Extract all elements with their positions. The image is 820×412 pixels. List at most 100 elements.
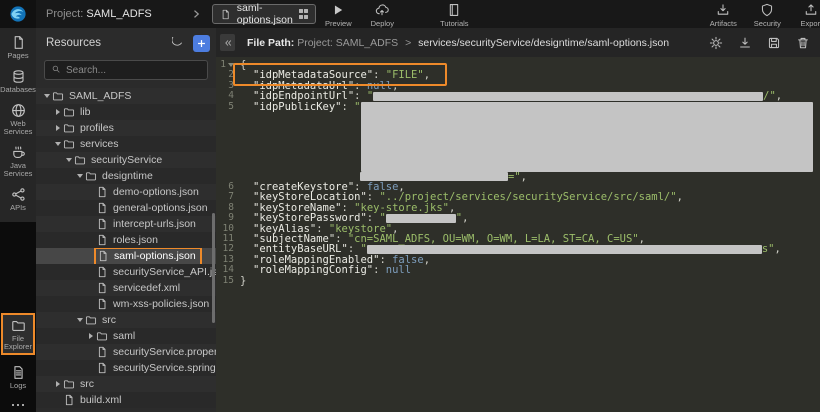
sidebar-item-apis[interactable]: APIs: [0, 187, 36, 212]
tree-item-src[interactable]: src: [36, 376, 216, 392]
tree-item-designtime[interactable]: designtime: [36, 168, 216, 184]
tree-item-body: general-options.json: [96, 201, 208, 216]
file-icon: [96, 202, 108, 214]
sidebar-item-logs[interactable]: Logs: [0, 365, 36, 390]
chevron-down-icon[interactable]: [75, 174, 85, 178]
tree-item-intercept-urls.json[interactable]: intercept-urls.json: [36, 216, 216, 232]
tree-item-label: securityService.properties: [113, 346, 216, 358]
sidebar-item-label: Logs: [10, 382, 26, 390]
token: ,: [392, 80, 398, 92]
tree-item-label: services: [80, 138, 119, 150]
tree-item-saml[interactable]: saml: [36, 328, 216, 344]
tree-item-body: saml-options.json: [96, 249, 200, 264]
tree-item-label: src: [102, 314, 116, 326]
token: null: [386, 264, 411, 276]
token: ,: [677, 191, 683, 203]
chevron-down-icon[interactable]: [53, 142, 63, 146]
code-content: {: [238, 60, 246, 70]
tree-item-demo-options.json[interactable]: demo-options.json: [36, 184, 216, 200]
tree-scrollbar[interactable]: [212, 213, 215, 323]
file-icon: [96, 218, 108, 230]
gear-icon[interactable]: [709, 36, 723, 50]
sidebar-item-pages[interactable]: Pages: [0, 35, 36, 60]
add-resource-button[interactable]: [193, 35, 210, 52]
sidebar-item-java-services[interactable]: JavaServices: [0, 145, 36, 178]
tree-item-label: src: [80, 378, 94, 390]
chevron-right-icon[interactable]: [86, 333, 96, 339]
save-icon[interactable]: [767, 36, 781, 50]
search-input[interactable]: [66, 65, 201, 76]
tree-item-wm-xss-policies.json[interactable]: wm-xss-policies.json: [36, 296, 216, 312]
tree-item-securityservice_api.json[interactable]: securityService_API.json: [36, 264, 216, 280]
tree-item-securityservice.properties[interactable]: securityService.properties: [36, 344, 216, 360]
collapse-panel-button[interactable]: [220, 34, 235, 51]
sidebar-item-file-explorer[interactable]: FileExplorer: [1, 313, 35, 355]
tree-item-servicedef.xml[interactable]: servicedef.xml: [36, 280, 216, 296]
brand-swirl-icon: [9, 5, 27, 23]
top-bar: Project: SAML_ADFS saml-options.json Pre…: [0, 0, 820, 28]
code-editor[interactable]: 1{2"idpMetadataSource": "FILE",3"idpMeta…: [216, 57, 820, 412]
tree-item-services[interactable]: services: [36, 136, 216, 152]
tree-item-body: src: [63, 377, 94, 392]
token: ,: [776, 90, 782, 102]
token: "roleMappingConfig": [253, 264, 373, 276]
token: {: [240, 59, 246, 71]
chevron-down-icon[interactable]: [64, 158, 74, 162]
file-icon: [96, 282, 108, 294]
database-icon: [11, 69, 26, 84]
file-icon: [96, 234, 108, 246]
chevron-down-icon[interactable]: [75, 318, 85, 322]
chevron-right-icon[interactable]: [53, 381, 63, 387]
tree-item-body: securityService: [74, 153, 162, 168]
cloud-up-icon: [375, 3, 389, 17]
sidebar-item-web-services[interactable]: WebServices: [0, 103, 36, 136]
tree-item-body: wm-xss-policies.json: [96, 297, 209, 312]
trash-icon[interactable]: [796, 36, 810, 50]
coffee-icon: [11, 145, 26, 160]
sidebar-item-databases[interactable]: Databases: [0, 69, 36, 94]
tool-deploy[interactable]: Deploy: [360, 0, 404, 28]
tree-item-build.xml[interactable]: build.xml: [36, 392, 216, 408]
tool-preview[interactable]: Preview: [316, 0, 360, 28]
tool-artifacts[interactable]: Artifacts: [701, 0, 745, 28]
file-tree: SAML_ADFS lib profiles services security…: [36, 88, 216, 408]
tab-saml-options[interactable]: saml-options.json: [212, 4, 317, 24]
tree-item-securityservice[interactable]: securityService: [36, 152, 216, 168]
tree-item-label: securityService: [91, 154, 162, 166]
refresh-icon[interactable]: [170, 35, 186, 51]
globe-icon: [11, 103, 26, 118]
app-logo[interactable]: [0, 0, 36, 28]
chevron-right-icon[interactable]: [190, 8, 202, 20]
grid-icon[interactable]: [299, 9, 309, 19]
file-icon: [96, 266, 108, 278]
resources-panel: Resources SAML_ADFS lib profiles service…: [36, 28, 216, 412]
tree-item-lib[interactable]: lib: [36, 104, 216, 120]
tool-tutorials[interactable]: Tutorials: [432, 0, 476, 28]
chevron-right-icon[interactable]: [53, 109, 63, 115]
sidebar-item-label: Pages: [7, 52, 28, 60]
file-icon: [96, 346, 108, 358]
tree-item-roles.json[interactable]: roles.json: [36, 232, 216, 248]
tree-item-saml-options.json[interactable]: saml-options.json: [36, 248, 216, 264]
tree-item-body: securityService.properties: [96, 345, 216, 360]
fold-arrow-icon[interactable]: [228, 63, 234, 67]
tree-item-label: servicedef.xml: [113, 282, 180, 294]
token: ,: [424, 254, 430, 266]
tree-item-saml_adfs[interactable]: SAML_ADFS: [36, 88, 216, 104]
token: }: [240, 275, 246, 287]
more-options-icon[interactable]: [0, 404, 36, 407]
tree-item-general-options.json[interactable]: general-options.json: [36, 200, 216, 216]
tool-security[interactable]: Security: [745, 0, 789, 28]
download-icon[interactable]: [738, 36, 752, 50]
tree-item-profiles[interactable]: profiles: [36, 120, 216, 136]
tree-item-securityservice.spring.xml[interactable]: securityService.spring.xml: [36, 360, 216, 376]
redacted-value: [367, 245, 762, 254]
file-icon: [96, 298, 108, 310]
chevron-right-icon[interactable]: [53, 125, 63, 131]
tool-export[interactable]: Export⌄: [789, 0, 820, 28]
wrap-indent: [253, 179, 360, 180]
chevron-down-icon[interactable]: [42, 94, 52, 98]
tree-item-src[interactable]: src: [36, 312, 216, 328]
line-number: 8: [216, 203, 238, 213]
redacted-value: [386, 214, 456, 223]
